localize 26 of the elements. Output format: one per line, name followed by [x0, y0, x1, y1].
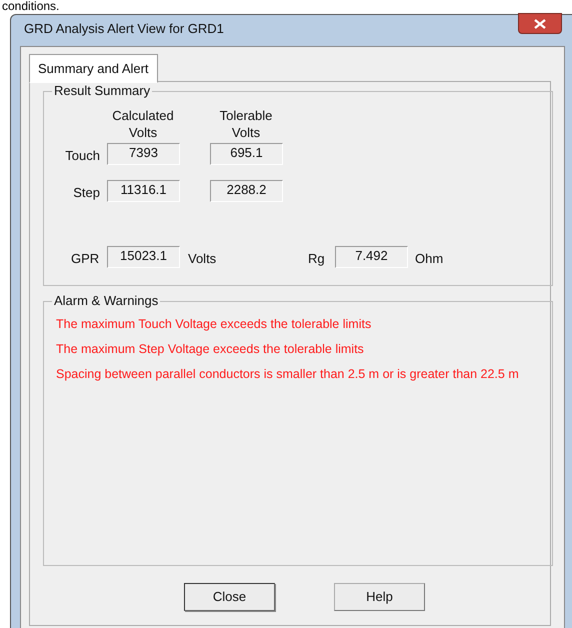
dialog-button[interactable]: Help — [334, 583, 425, 611]
window-title: GRD Analysis Alert View for GRD1 — [24, 20, 224, 38]
group-title: Result Summary — [52, 83, 152, 99]
value-field: 695.1 — [210, 143, 283, 165]
tab[interactable]: Summary and Alert — [29, 54, 158, 83]
warning-message: The maximum Touch Voltage exceeds the tolerable limits — [56, 316, 372, 333]
dialog-button[interactable]: Close — [184, 583, 275, 611]
value-field: 7.492 — [335, 246, 408, 268]
value-field: 11316.1 — [107, 180, 180, 202]
value-field: 7393 — [107, 143, 180, 165]
close-icon — [534, 18, 546, 28]
field-label: Rg — [308, 250, 325, 268]
group-title: Alarm & Warnings — [52, 293, 160, 309]
value-field: 15023.1 — [107, 246, 180, 268]
warning-message: Spacing between parallel conductors is smaller than 2.5 m or is greater than 22.5 m — [56, 366, 520, 383]
value-field: 2288.2 — [210, 180, 283, 202]
row-label: Touch — [65, 147, 100, 165]
close-button[interactable] — [518, 13, 562, 34]
page-text: conditions. — [2, 0, 60, 13]
unit-label: Ohm — [415, 250, 444, 268]
column-header: Calculated Volts — [111, 107, 175, 141]
row-label: Step — [73, 184, 100, 202]
column-header: Tolerable Volts — [218, 107, 274, 141]
warning-message: The maximum Step Voltage exceeds the tolerable limits — [56, 341, 365, 358]
unit-label: Volts — [188, 250, 216, 268]
field-label: GPR — [71, 250, 100, 268]
